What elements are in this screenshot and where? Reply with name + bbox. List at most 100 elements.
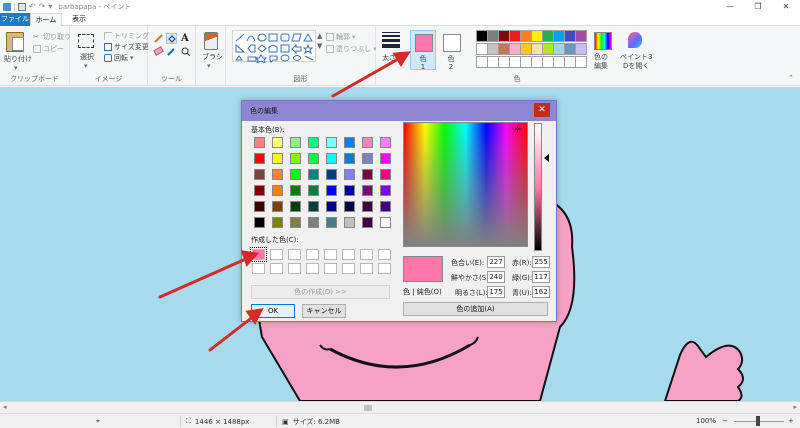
cancel-button[interactable]: キャンセル [302, 304, 346, 318]
basic-color-swatch[interactable] [344, 137, 355, 148]
shapes-gallery[interactable] [232, 30, 316, 63]
basic-color-swatch[interactable] [344, 217, 355, 228]
open-paint3d-button[interactable]: ペイント3 Dを開く [620, 53, 652, 71]
eraser-icon[interactable] [153, 46, 164, 56]
zoom-slider-thumb[interactable] [756, 416, 760, 426]
basic-color-swatch[interactable] [326, 217, 337, 228]
pencil-icon[interactable] [154, 34, 163, 43]
red-field[interactable]: 255 [532, 256, 550, 268]
blue-field[interactable]: 162 [532, 286, 550, 298]
define-custom-colors-button[interactable]: 色の作成(D) >> [251, 285, 390, 299]
basic-color-swatch[interactable] [380, 217, 391, 228]
basic-color-swatch[interactable] [344, 153, 355, 164]
basic-color-swatch[interactable] [362, 137, 373, 148]
basic-color-swatch[interactable] [254, 185, 265, 196]
size-button[interactable]: 太さ [382, 53, 396, 63]
basic-color-swatch[interactable] [254, 153, 265, 164]
custom-color-slot[interactable] [306, 249, 319, 260]
palette-color-swatch[interactable] [575, 30, 587, 42]
scroll-right-icon[interactable]: ▸ [793, 403, 797, 411]
basic-color-swatch[interactable] [308, 217, 319, 228]
paste-dropdown-icon[interactable]: ▾ [14, 64, 18, 72]
rotate-button[interactable]: 回転 ▾ [104, 53, 134, 63]
copy-button[interactable]: コピー [33, 44, 64, 54]
custom-color-slot[interactable] [360, 249, 373, 260]
custom-color-slot[interactable] [378, 249, 391, 260]
basic-color-swatch[interactable] [380, 153, 391, 164]
horizontal-scrollbar[interactable]: ◂ ▸ [0, 401, 800, 413]
paste-button[interactable]: 貼り付け [4, 54, 32, 64]
scrollbar-thumb[interactable] [364, 405, 372, 411]
dialog-close-button[interactable]: ✕ [534, 103, 550, 117]
fill-button[interactable]: 塗りつぶし ▾ [326, 44, 377, 54]
basic-color-swatch[interactable] [272, 201, 283, 212]
shapes-scroll-up-icon[interactable]: ▲ [317, 32, 322, 40]
custom-color-slot[interactable] [288, 263, 301, 274]
basic-color-swatch[interactable] [326, 169, 337, 180]
brushes-button[interactable]: ブラシ [202, 52, 223, 62]
basic-color-swatch[interactable] [254, 217, 265, 228]
undo-icon[interactable]: ↶ [29, 2, 36, 11]
custom-color-slot[interactable] [378, 263, 391, 274]
save-icon[interactable] [18, 2, 26, 11]
basic-color-swatch[interactable] [326, 201, 337, 212]
basic-color-swatch[interactable] [326, 137, 337, 148]
custom-color-slot[interactable] [270, 249, 283, 260]
basic-color-swatch[interactable] [290, 153, 301, 164]
basic-color-swatch[interactable] [362, 169, 373, 180]
resize-button[interactable]: サイズ変更 [104, 42, 149, 52]
basic-color-swatch[interactable] [362, 185, 373, 196]
hue-field[interactable]: 227 [487, 256, 505, 268]
select-dropdown-icon[interactable]: ▾ [84, 62, 88, 70]
custom-color-slot[interactable] [306, 263, 319, 274]
basic-color-swatch[interactable] [308, 169, 319, 180]
basic-color-swatch[interactable] [290, 185, 301, 196]
basic-color-swatch[interactable] [272, 185, 283, 196]
basic-color-swatch[interactable] [380, 137, 391, 148]
basic-color-swatch[interactable] [308, 137, 319, 148]
custom-color-slot[interactable] [252, 263, 265, 274]
basic-color-swatch[interactable] [344, 185, 355, 196]
outline-button[interactable]: 輪郭 ▾ [326, 32, 356, 42]
brush-icon[interactable] [204, 32, 218, 50]
basic-color-swatch[interactable] [308, 185, 319, 196]
green-field[interactable]: 117 [532, 271, 550, 283]
edit-colors-button[interactable]: 色の 編集 [594, 53, 608, 71]
basic-color-swatch[interactable] [290, 137, 301, 148]
crop-button[interactable]: トリミング [104, 31, 149, 41]
magnifier-icon[interactable] [181, 47, 191, 57]
minimize-button[interactable]: — [716, 0, 744, 13]
select-button[interactable]: 選択 [80, 52, 94, 62]
basic-color-swatch[interactable] [308, 201, 319, 212]
custom-color-slot[interactable] [270, 263, 283, 274]
luminosity-field[interactable]: 175 [487, 286, 505, 298]
paste-icon[interactable] [6, 32, 24, 52]
customize-qat-icon[interactable]: ▾ [48, 2, 52, 11]
color2-button[interactable]: 色2 [438, 30, 464, 71]
basic-color-swatch[interactable] [308, 153, 319, 164]
basic-color-swatch[interactable] [380, 169, 391, 180]
cut-button[interactable]: ✂ 切り取り [33, 32, 71, 42]
palette-color-swatch[interactable] [575, 43, 587, 55]
ok-button[interactable]: OK [251, 304, 295, 318]
close-window-button[interactable]: ✕ [772, 0, 800, 13]
basic-color-swatch[interactable] [272, 153, 283, 164]
custom-color-slot[interactable] [342, 249, 355, 260]
luminosity-slider[interactable] [534, 123, 542, 251]
basic-color-swatch[interactable] [290, 169, 301, 180]
basic-color-swatch[interactable] [362, 217, 373, 228]
custom-color-slot[interactable] [288, 249, 301, 260]
basic-color-swatch[interactable] [254, 169, 265, 180]
basic-color-swatch[interactable] [272, 169, 283, 180]
custom-color-slot[interactable] [324, 263, 337, 274]
luminosity-arrow-icon[interactable] [544, 154, 549, 162]
basic-color-swatch[interactable] [362, 201, 373, 212]
text-tool-icon[interactable]: A [181, 33, 190, 44]
paint3d-icon[interactable] [628, 32, 642, 48]
palette-color-swatch[interactable] [575, 56, 587, 68]
fill-bucket-icon[interactable] [166, 33, 177, 44]
custom-color-slot[interactable] [360, 263, 373, 274]
brushes-dropdown-icon[interactable]: ▾ [207, 62, 211, 70]
saturation-field[interactable]: 240 [487, 271, 505, 283]
tab-home[interactable]: ホーム [30, 13, 62, 26]
